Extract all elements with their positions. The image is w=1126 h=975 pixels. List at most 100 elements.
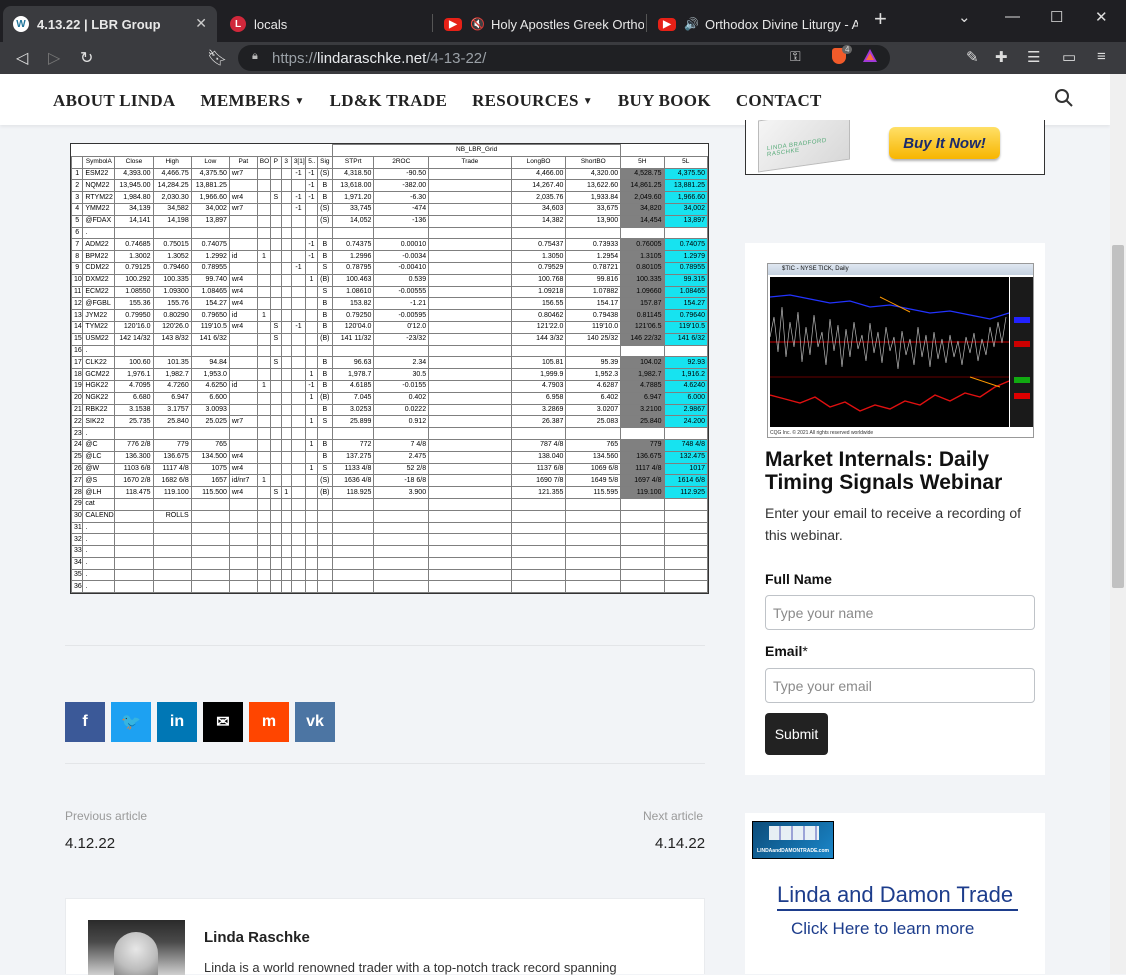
grid-cell: wr7 [228,415,258,429]
grid-cell [190,226,230,240]
tab-orthodox-liturgy[interactable]: ▶ 🔊 Orthodox Divine Liturgy - Ath [648,6,858,42]
tab-holy-apostles[interactable]: ▶ 🔇 Holy Apostles Greek Orthodo [434,6,644,42]
grid-cell [256,285,272,299]
grid-cell: 154.27 [190,297,230,311]
back-icon[interactable]: ◁ [16,48,28,68]
grid-cell [620,427,665,440]
grid-cell: -18 6/8 [373,474,430,488]
mix-share-button[interactable]: m [249,702,289,742]
grid-cell: NGK22 [82,391,116,405]
grid-cell [256,214,272,228]
scrollbar-thumb[interactable] [1112,245,1124,588]
extensions-icon[interactable]: ✚ [995,48,1008,66]
grid-cell [190,521,230,535]
menu-ldk-trade[interactable]: LD&K TRADE [330,91,447,111]
grid-row: 31. [71,521,708,535]
author-name[interactable]: Linda Raschke [204,929,310,946]
grid-cell: 13,881.25 [190,179,230,193]
grid-cell [114,226,154,240]
extension-pen-icon[interactable]: ✎ [966,48,979,66]
key-icon[interactable]: ⚿ [790,48,801,65]
grid-cell: 3.1757 [152,403,192,417]
grid-cell [280,545,292,558]
grid-cell [290,438,307,452]
grid-cell [256,533,272,547]
grid-cell [280,427,292,440]
linkedin-share-button[interactable]: in [157,702,197,742]
grid-cell [270,379,282,393]
menu-contact[interactable]: CONTACT [736,91,822,111]
grid-cell: 18 [71,368,84,381]
grid-cell [114,521,154,535]
grid-cell: 35 [71,568,84,582]
menu-buy-book[interactable]: BUY BOOK [618,91,711,111]
grid-cell [305,533,318,547]
grid-row: 16. [71,344,708,358]
brave-shields-icon[interactable]: 4 [832,45,853,68]
speaker-icon[interactable]: 🔊 [684,17,699,31]
email-input[interactable] [765,668,1035,703]
minimize-icon[interactable]: — [1005,8,1020,25]
grid-cell [256,320,272,334]
tab-search-icon[interactable]: ⌄ [958,8,971,26]
grid-cell [373,344,430,358]
buy-it-now-button[interactable]: Buy It Now! [889,127,1000,159]
ldt-cta-link[interactable]: Click Here to learn more [791,919,974,939]
grid-cell: 120'26.0 [152,320,192,334]
email-share-button[interactable]: ✉ [203,702,243,742]
ldt-logo: LINDAandDAMONTRADE.com [752,821,834,859]
grid-cell: -1 [305,250,318,263]
grid-cell [280,474,292,488]
forward-icon[interactable]: ▷ [48,48,60,68]
submit-button[interactable]: Submit [765,713,828,755]
grid-cell: 4,466.00 [510,167,567,181]
menu-resources[interactable]: RESOURCES ▼ [472,91,593,111]
grid-cell [305,427,318,440]
grid-cell: 0.79460 [152,261,192,275]
grid-cell [270,391,282,405]
maximize-icon[interactable]: ☐ [1050,8,1063,26]
grid-cell: S [316,462,334,476]
grid-cell: 1.09300 [152,285,192,299]
grid-cell: id/nr7 [228,474,258,488]
grid-cell [270,556,282,570]
grid-cell [663,592,708,593]
prev-article-link[interactable]: 4.12.22 [65,835,115,852]
playlist-icon[interactable]: ☰ [1027,48,1040,66]
reload-icon[interactable]: ↻ [80,48,93,68]
full-name-input[interactable] [765,595,1035,630]
muted-icon[interactable]: 🔇 [470,17,485,31]
vk-share-button[interactable]: vk [295,702,335,742]
next-article-link[interactable]: 4.14.22 [655,835,705,852]
tab-lbr-group[interactable]: W 4.13.22 | LBR Group ✕ [3,6,217,42]
grid-cell [565,580,622,593]
buy-book-ad[interactable]: LINDA BRADFORD RASCHKE Buy It Now! [745,120,1045,175]
bookmark-icon[interactable]: 🔖︎ [207,48,227,68]
facebook-share-button[interactable]: f [65,702,105,742]
grid-cell [280,497,292,511]
grid-row: 30CALENDAR ROLLS [71,509,708,523]
brave-rewards-icon[interactable] [862,48,878,68]
grid-cell [620,568,665,582]
menu-members[interactable]: MEMBERS ▼ [200,91,304,111]
webinar-description: Enter your email to receive a recording … [765,505,1022,543]
linkedin-icon: in [169,713,185,730]
grid-cell: 2,049.60 [620,191,665,204]
new-tab-button[interactable]: + [874,6,887,32]
grid-row: 27 @S 1670 2/8 1682 6/8 1657 id/nr7 1 (S) 1636 4… [71,474,708,488]
close-window-icon[interactable]: ✕ [1095,8,1108,26]
grid-cell [280,202,292,216]
menu-about-linda[interactable]: ABOUT LINDA [53,91,175,111]
grid-cell [290,462,307,476]
search-icon[interactable] [1054,88,1074,108]
grid-cell [114,344,154,358]
ldt-ad[interactable]: LINDAandDAMONTRADE.com Linda and Damon T… [745,813,1045,974]
menu-icon[interactable]: ≡ [1097,48,1106,65]
close-tab-icon[interactable]: ✕ [195,15,207,32]
twitter-share-button[interactable]: 🐦 [111,702,151,742]
wallet-icon[interactable]: ▭ [1062,48,1076,66]
tab-locals[interactable]: L locals [220,6,430,42]
grid-cell [290,379,307,393]
grid-cell [280,167,292,181]
grid-header-cell: 5H [620,155,665,169]
